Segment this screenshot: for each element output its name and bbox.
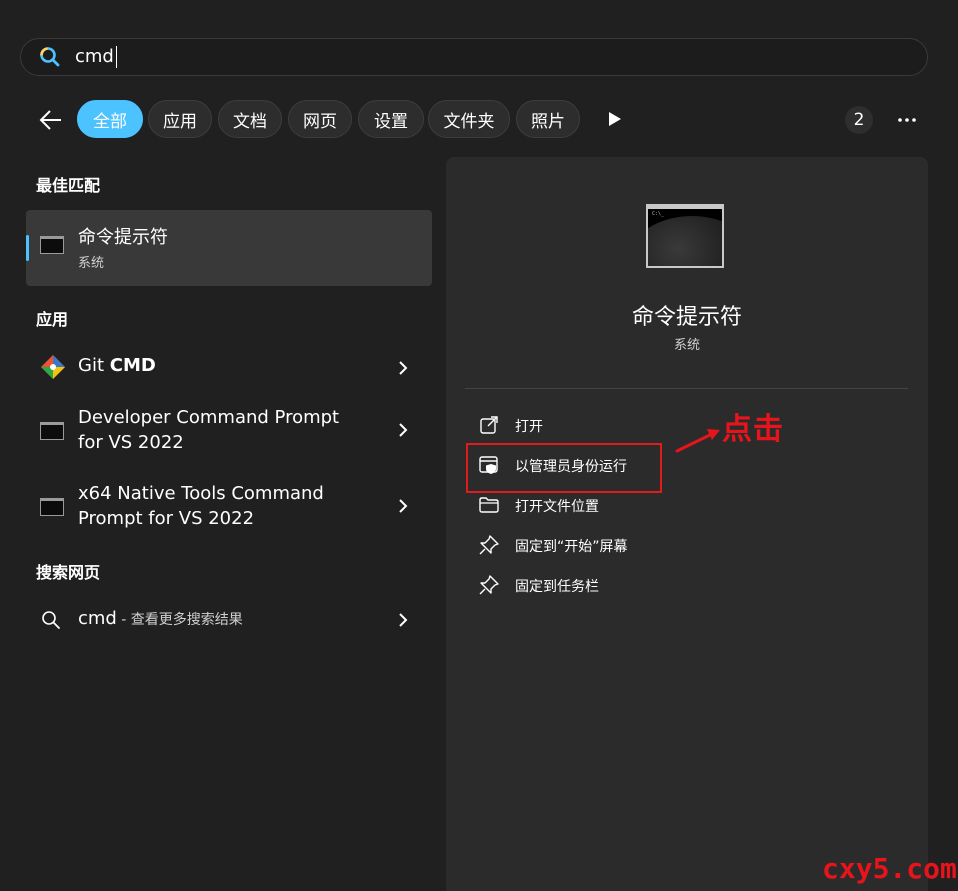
console-icon [40,498,64,516]
divider [465,388,908,389]
app-item-label: Git CMD [78,353,156,378]
console-icon [40,236,64,254]
annotation-highlight-box [466,443,662,493]
best-match-item[interactable]: 命令提示符 系统 [26,210,432,286]
tab-apps[interactable]: 应用 [148,100,212,138]
chevron-right-icon [399,423,408,437]
more-options-button[interactable] [892,108,922,132]
selection-indicator [26,235,29,261]
text-caret [115,46,117,68]
ellipsis-icon [898,118,916,122]
console-icon [40,422,64,440]
result-count-badge[interactable]: 2 [845,106,873,134]
best-match-subtitle: 系统 [78,256,105,271]
git-icon [40,354,66,384]
search-icon [39,46,61,68]
app-label-line2: Prompt for VS 2022 [78,508,255,529]
tab-photos[interactable]: 照片 [516,100,580,138]
tab-settings[interactable]: 设置 [358,100,424,138]
web-search-item[interactable]: cmd - 查看更多搜索结果 [26,600,432,640]
icon-prompt-glyph: C:\_ [652,211,665,217]
tab-web[interactable]: 网页 [288,100,352,138]
pin-icon [479,535,499,555]
folder-icon [479,497,499,513]
detail-title: 命令提示符 [631,305,742,330]
app-item-x64-native-tools[interactable]: x64 Native Tools Command Prompt for VS 2… [26,480,432,536]
chevron-right-icon [399,499,408,513]
watermark: cxy5.com [822,852,957,885]
tab-folders[interactable]: 文件夹 [428,100,510,138]
action-label: 固定到“开始”屏幕 [515,539,628,555]
section-apps: 应用 [36,310,69,329]
pin-icon [479,575,499,595]
app-label-line1: Developer Command Prompt [78,407,340,428]
app-label-line1: x64 Native Tools Command [78,483,324,504]
tab-documents[interactable]: 文档 [218,100,282,138]
open-external-icon [480,416,498,434]
web-suffix: - 查看更多搜索结果 [116,612,243,628]
icon-glow [648,216,722,266]
web-search-label: cmd - 查看更多搜索结果 [78,606,243,633]
app-item-label: Developer Command Prompt for VS 2022 [78,405,339,455]
chevron-right-icon [399,613,408,627]
chevron-right-icon [399,361,408,375]
play-icon [609,112,621,126]
arrow-left-icon [39,110,61,130]
section-search-web: 搜索网页 [36,563,101,582]
app-name-plain: Git [78,355,110,376]
search-icon [40,609,62,635]
search-query: cmd [75,46,114,67]
search-input[interactable]: cmd [75,46,117,68]
app-label-line2: for VS 2022 [78,432,184,453]
detail-panel: C:\_ 命令提示符 系统 打开 以管理员身份运行 打开文件位置 固定到“开始”… [446,157,928,891]
action-open-file-location[interactable]: 打开文件位置 [478,494,778,518]
back-button[interactable] [36,105,66,135]
best-match-title: 命令提示符 [78,227,168,248]
tab-all[interactable]: 全部 [77,100,143,138]
action-label: 打开文件位置 [515,499,599,515]
section-best-match: 最佳匹配 [36,176,101,195]
action-label: 固定到任务栏 [515,579,599,595]
annotation-arrow-icon [675,429,720,453]
app-name-bold: CMD [109,355,156,376]
annotation-click-label: 点击 [722,412,784,447]
web-query: cmd [78,608,117,629]
console-app-icon: C:\_ [646,204,724,268]
app-item-developer-command-prompt[interactable]: Developer Command Prompt for VS 2022 [26,404,432,460]
search-box[interactable]: cmd [20,38,928,76]
search-window: cmd 全部 应用 文档 网页 设置 文件夹 照片 2 最佳匹配 命令提示符 系… [0,0,958,891]
app-item-label: x64 Native Tools Command Prompt for VS 2… [78,481,324,531]
action-pin-to-taskbar[interactable]: 固定到任务栏 [478,574,778,598]
action-label: 打开 [515,419,543,435]
detail-subtitle: 系统 [673,338,700,353]
app-item-git-cmd[interactable]: Git CMD [26,346,432,390]
more-tabs-button[interactable] [604,108,626,130]
action-pin-to-start[interactable]: 固定到“开始”屏幕 [478,534,778,558]
